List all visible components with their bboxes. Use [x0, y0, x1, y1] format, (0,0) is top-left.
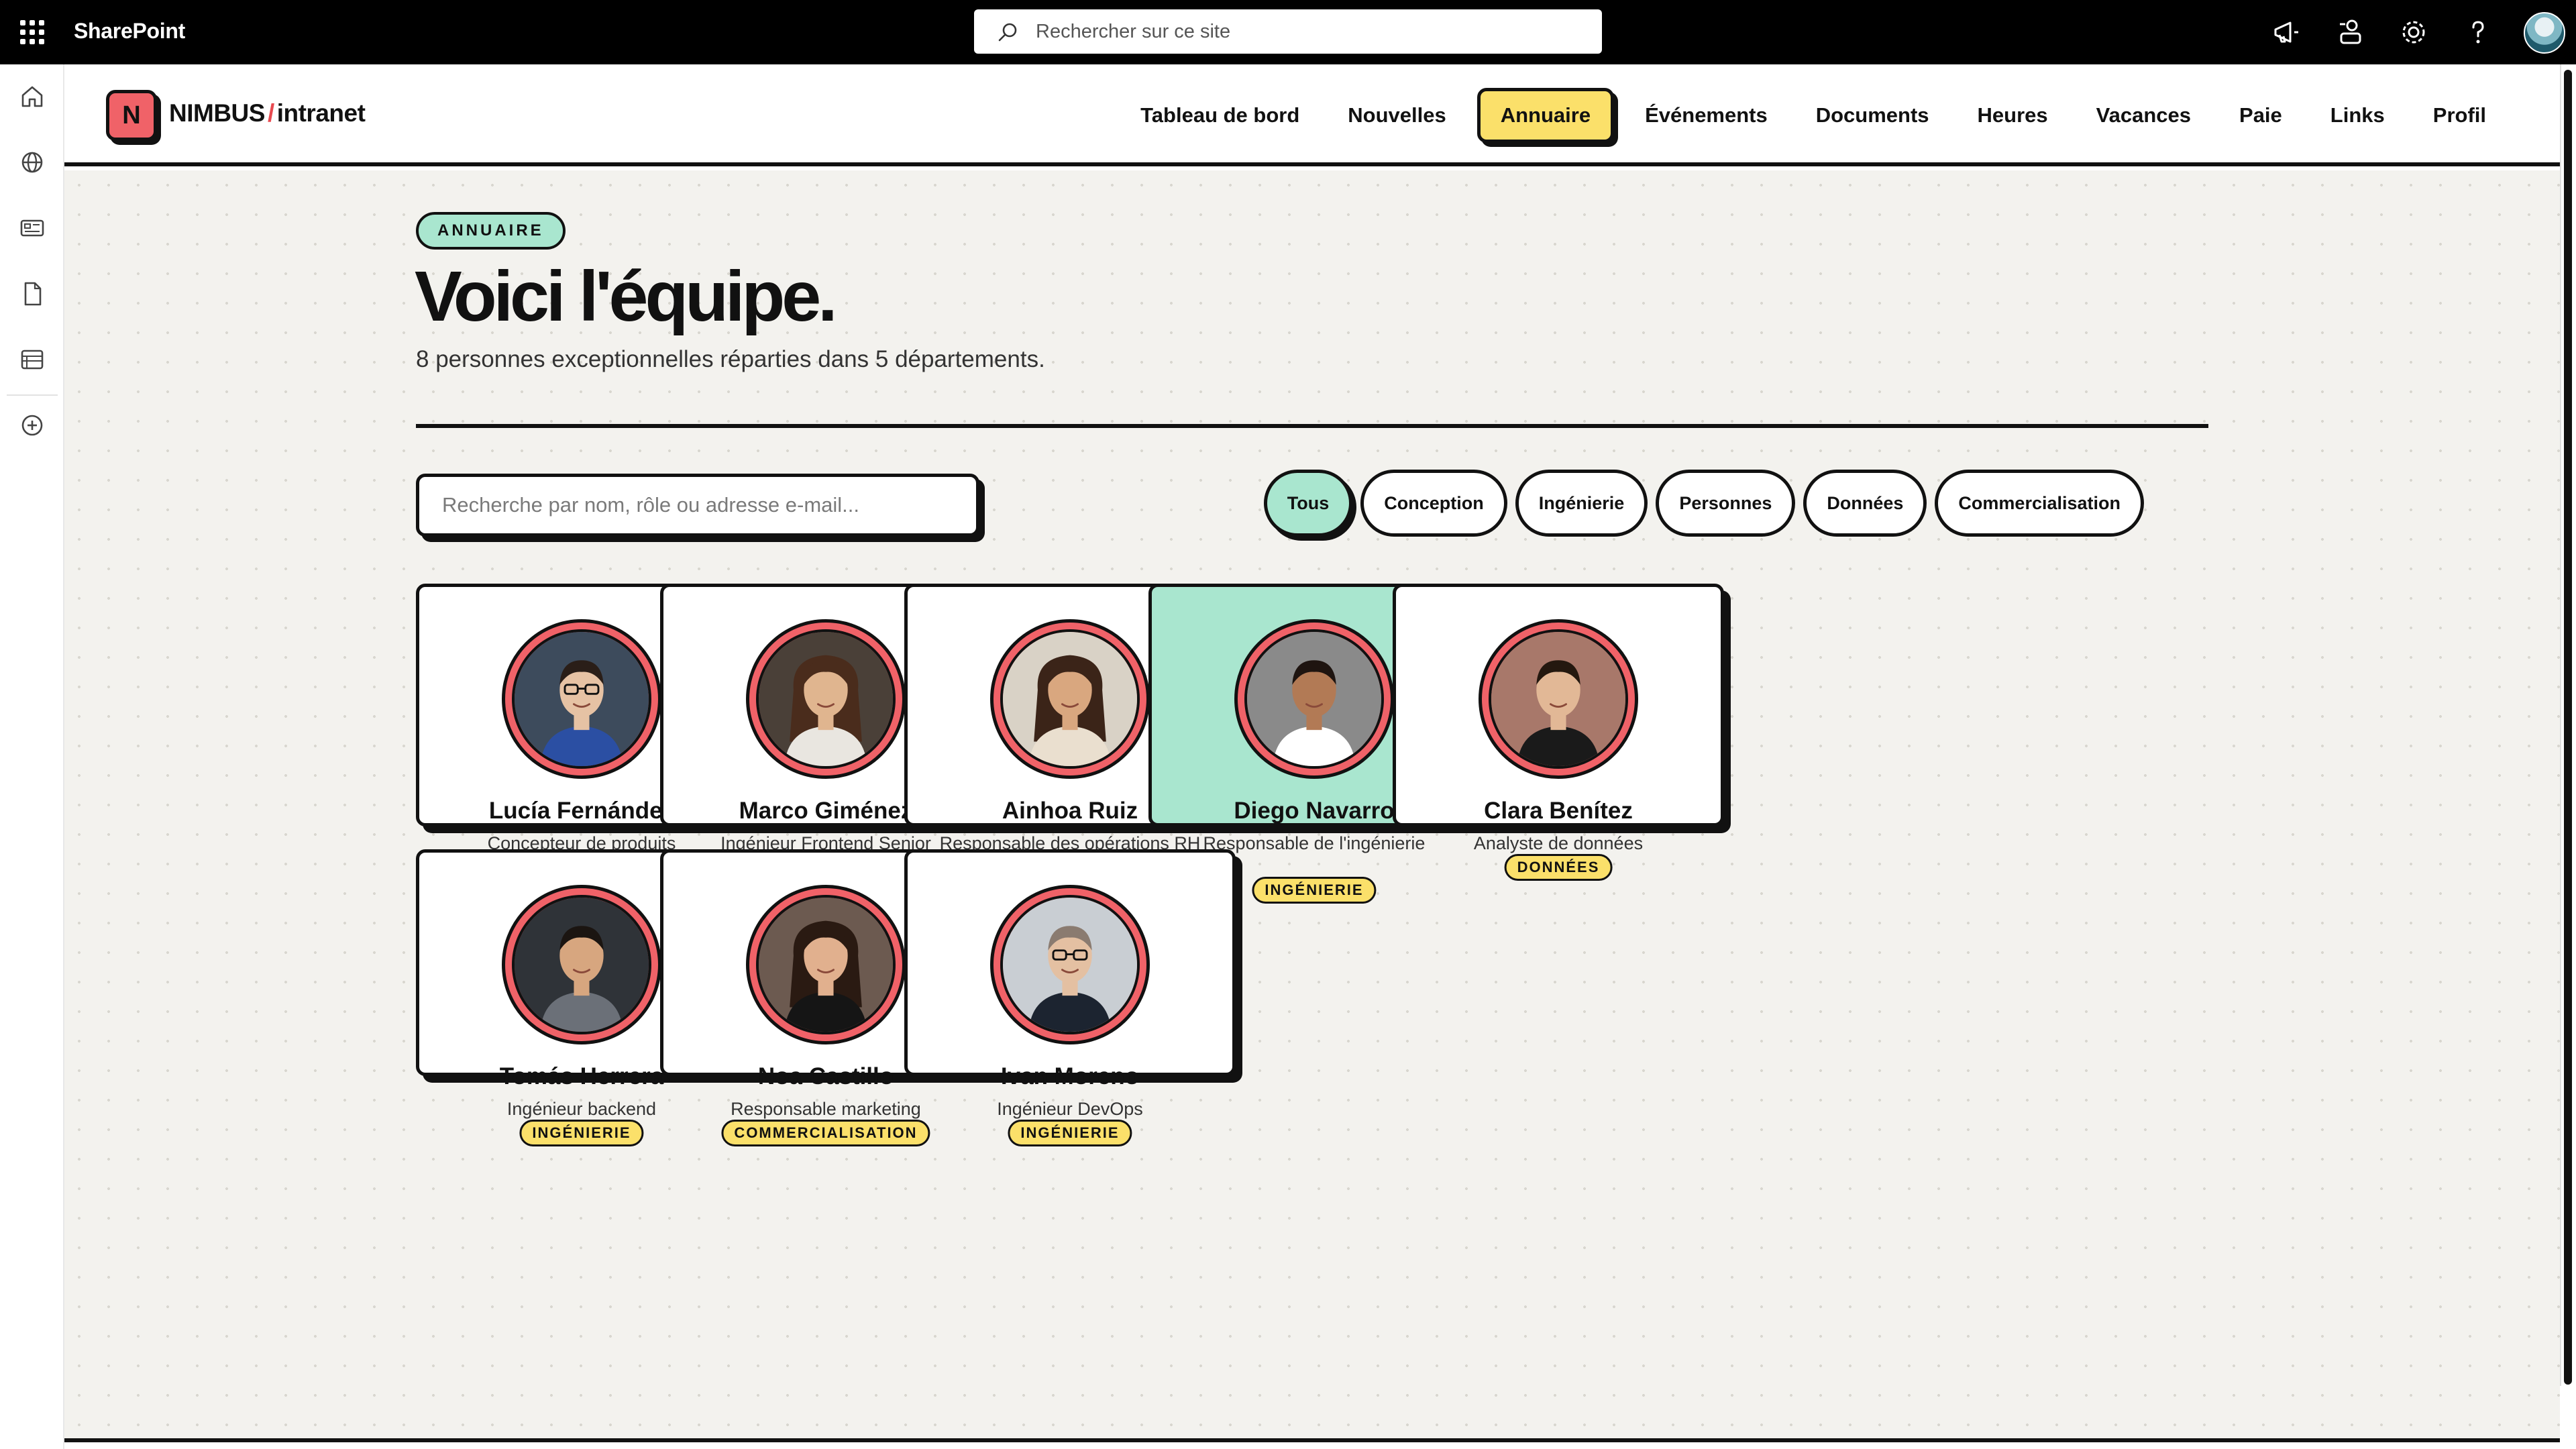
person-card[interactable]: Ivan Moreno Ingénieur DevOps INGÉNIERIE	[904, 849, 1236, 1146]
person-avatar	[746, 619, 906, 779]
page-subtitle: 8 personnes exceptionnelles réparties da…	[416, 346, 1045, 372]
section-divider	[416, 424, 2208, 428]
news-icon[interactable]	[17, 213, 47, 243]
person-role: Ingénieur DevOps	[997, 1099, 1143, 1119]
page-title: Voici l'équipe.	[415, 257, 838, 336]
nav-item-vacances[interactable]: Vacances	[2072, 88, 2215, 143]
people-search-input[interactable]	[419, 477, 976, 533]
nav-item-heures[interactable]: Heures	[1953, 88, 2072, 143]
person-avatar	[1479, 619, 1638, 779]
person-name: Ivan Moreno	[1000, 1063, 1140, 1089]
person-photo	[1000, 895, 1140, 1034]
home-icon[interactable]	[17, 82, 47, 111]
nav-item-nouvelles[interactable]: Nouvelles	[1324, 88, 1470, 143]
person-avatar	[502, 885, 661, 1044]
nav-item-evenements[interactable]: Événements	[1621, 88, 1792, 143]
nav-item-profil[interactable]: Profil	[2409, 88, 2510, 143]
site-name-suffix: intranet	[276, 99, 366, 127]
filter-personnes[interactable]: Personnes	[1656, 470, 1796, 537]
create-plus-icon[interactable]	[17, 411, 47, 440]
help-icon[interactable]	[2462, 16, 2494, 48]
person-photo	[512, 629, 651, 769]
department-badge: INGÉNIERIE	[1252, 877, 1377, 904]
rail-divider	[7, 394, 58, 396]
site-name-main: NIMBUS	[169, 99, 265, 127]
nav-item-annuaire[interactable]: Annuaire	[1477, 88, 1615, 143]
person-photo	[756, 629, 896, 769]
nimbus-logo[interactable]: N	[106, 90, 157, 141]
person-photo	[512, 895, 651, 1034]
nav-item-links[interactable]: Links	[2306, 88, 2409, 143]
scrollbar-thumb[interactable]	[2564, 70, 2572, 1385]
top-navigation: Tableau de bord Nouvelles Annuaire Événemen…	[1116, 86, 2510, 145]
person-photo	[756, 895, 896, 1034]
people-search[interactable]	[416, 474, 979, 537]
person-role: Ingénieur backend	[506, 1099, 657, 1119]
suite-bar: SharePoint	[0, 0, 2576, 64]
department-badge: INGÉNIERIE	[1008, 1120, 1132, 1146]
person-card[interactable]: Clara Benítez Analyste de données DONNÉES	[1393, 584, 1724, 881]
nav-item-tableau-de-bord[interactable]: Tableau de bord	[1116, 88, 1324, 143]
sharepoint-brand[interactable]: SharePoint	[74, 19, 185, 44]
left-app-rail	[0, 64, 64, 1449]
filter-tous[interactable]: Tous	[1263, 470, 1353, 537]
file-icon[interactable]	[17, 279, 47, 309]
department-badge: DONNÉES	[1504, 854, 1613, 881]
person-photo	[1000, 629, 1140, 769]
person-photo	[1489, 629, 1628, 769]
department-filters: Tous Conception Ingénierie Personnes Données…	[1263, 470, 2144, 537]
search-icon	[998, 23, 1017, 42]
filter-donnees[interactable]: Données	[1803, 470, 1927, 537]
person-avatar	[1234, 619, 1394, 779]
user-avatar[interactable]	[2524, 12, 2565, 54]
department-badge: COMMERCIALISATION	[721, 1120, 930, 1146]
directory-page: ANNUAIRE Voici l'équipe. 8 personnes exc…	[64, 170, 2560, 1442]
person-avatar	[746, 885, 906, 1044]
nav-item-documents[interactable]: Documents	[1792, 88, 1953, 143]
site-search[interactable]	[974, 9, 1602, 54]
person-role: Responsable marketing	[731, 1099, 921, 1119]
app-launcher-icon[interactable]	[20, 20, 44, 44]
gear-icon[interactable]	[2398, 16, 2430, 48]
nav-item-paie[interactable]: Paie	[2215, 88, 2306, 143]
person-photo	[1244, 629, 1384, 769]
site-header: N NIMBUS / intranet Tableau de bord Nouvell…	[64, 64, 2560, 166]
share-feedback-icon[interactable]	[2334, 16, 2367, 48]
section-tag: ANNUAIRE	[416, 212, 566, 250]
list-icon[interactable]	[17, 345, 47, 374]
person-avatar	[502, 619, 661, 779]
department-badge: INGÉNIERIE	[519, 1120, 644, 1146]
person-name: Clara Benítez	[1484, 798, 1633, 824]
megaphone-icon[interactable]	[2270, 16, 2302, 48]
site-name-slash: /	[267, 99, 274, 127]
filter-ingenierie[interactable]: Ingénierie	[1515, 470, 1648, 537]
site-search-input[interactable]	[1036, 9, 1586, 54]
filter-conception[interactable]: Conception	[1360, 470, 1507, 537]
person-role: Analyste de données	[1473, 833, 1644, 853]
globe-icon[interactable]	[17, 148, 47, 177]
person-avatar	[990, 885, 1150, 1044]
site-name[interactable]: NIMBUS / intranet	[169, 99, 366, 127]
filter-commercialisation[interactable]: Commercialisation	[1935, 470, 2144, 537]
person-avatar	[990, 619, 1150, 779]
